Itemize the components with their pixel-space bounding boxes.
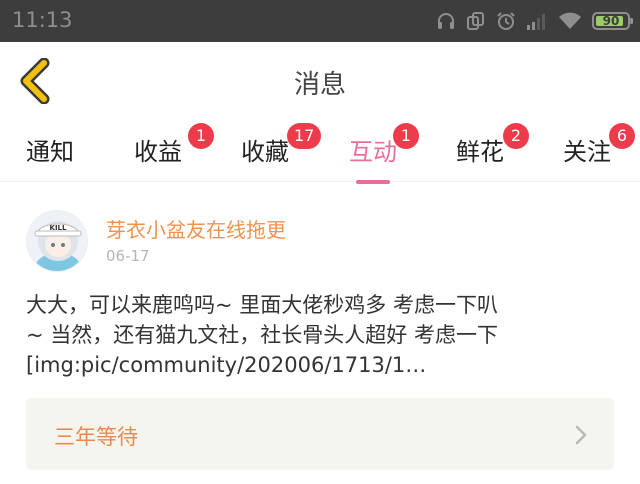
message-line: [img:pic/community/202006/1713/1…: [26, 353, 427, 377]
status-time: 11:13: [12, 8, 73, 32]
tab-label: 通知: [26, 138, 74, 166]
page-title: 消息: [293, 70, 346, 100]
status-bar: 11:13 90: [0, 0, 640, 42]
dual-sim-icon: [467, 12, 484, 30]
unread-badge: 6: [609, 123, 635, 149]
unread-badge: 1: [188, 123, 214, 149]
tab-label: 鲜花: [456, 138, 504, 166]
tab-interactions[interactable]: 互动 1: [349, 123, 419, 184]
battery-icon: 90: [592, 12, 633, 30]
tab-label: 收藏: [241, 138, 289, 166]
referenced-work-card[interactable]: 三年等待: [26, 398, 614, 470]
tab-label: 收益: [134, 138, 182, 166]
user-avatar-image: KILL: [27, 211, 87, 271]
tab-earnings[interactable]: 收益 1: [134, 123, 214, 178]
author-name[interactable]: 芽衣小盆友在线拖更: [106, 214, 286, 243]
unread-badge: 1: [393, 123, 419, 149]
tab-flowers[interactable]: 鲜花 2: [456, 123, 529, 178]
avatar-cap-text: KILL: [50, 224, 67, 232]
message-body: 大大，可以来鹿鸣吗~ 里面大佬秒鸡多 考虑一下叭 ~ 当然，还有猫九文社，社长骨…: [26, 290, 616, 380]
tab-bar: 通知 收益 1 收藏 17 互动 1 鲜花 2 关注 6: [0, 120, 640, 184]
avatar[interactable]: KILL: [26, 210, 88, 272]
referenced-work-title: 三年等待: [54, 425, 138, 449]
signal-icon: [527, 14, 545, 30]
message-line: ~ 当然，还有猫九文社，社长骨头人超好 考虑一下: [26, 323, 498, 347]
message-line: 大大，可以来鹿鸣吗~ 里面大佬秒鸡多 考虑一下叭: [26, 293, 498, 317]
wifi-icon: [559, 12, 581, 29]
tab-notifications[interactable]: 通知: [26, 132, 74, 178]
unread-badge: 17: [287, 123, 322, 149]
unread-badge: 2: [503, 123, 529, 149]
headset-icon: [438, 13, 454, 29]
alarm-icon: [497, 12, 515, 30]
tab-following[interactable]: 关注 6: [563, 123, 635, 178]
title-bar: 消息: [0, 42, 640, 120]
battery-text: 90: [602, 14, 620, 28]
tab-label: 关注: [563, 138, 611, 166]
message-date: 06-17: [106, 247, 150, 265]
active-tab-indicator: [356, 180, 390, 184]
chevron-right-icon: [575, 425, 587, 445]
status-icons: 90: [436, 9, 633, 33]
tab-label: 互动: [349, 138, 397, 166]
tab-favorites[interactable]: 收藏 17: [241, 123, 322, 178]
